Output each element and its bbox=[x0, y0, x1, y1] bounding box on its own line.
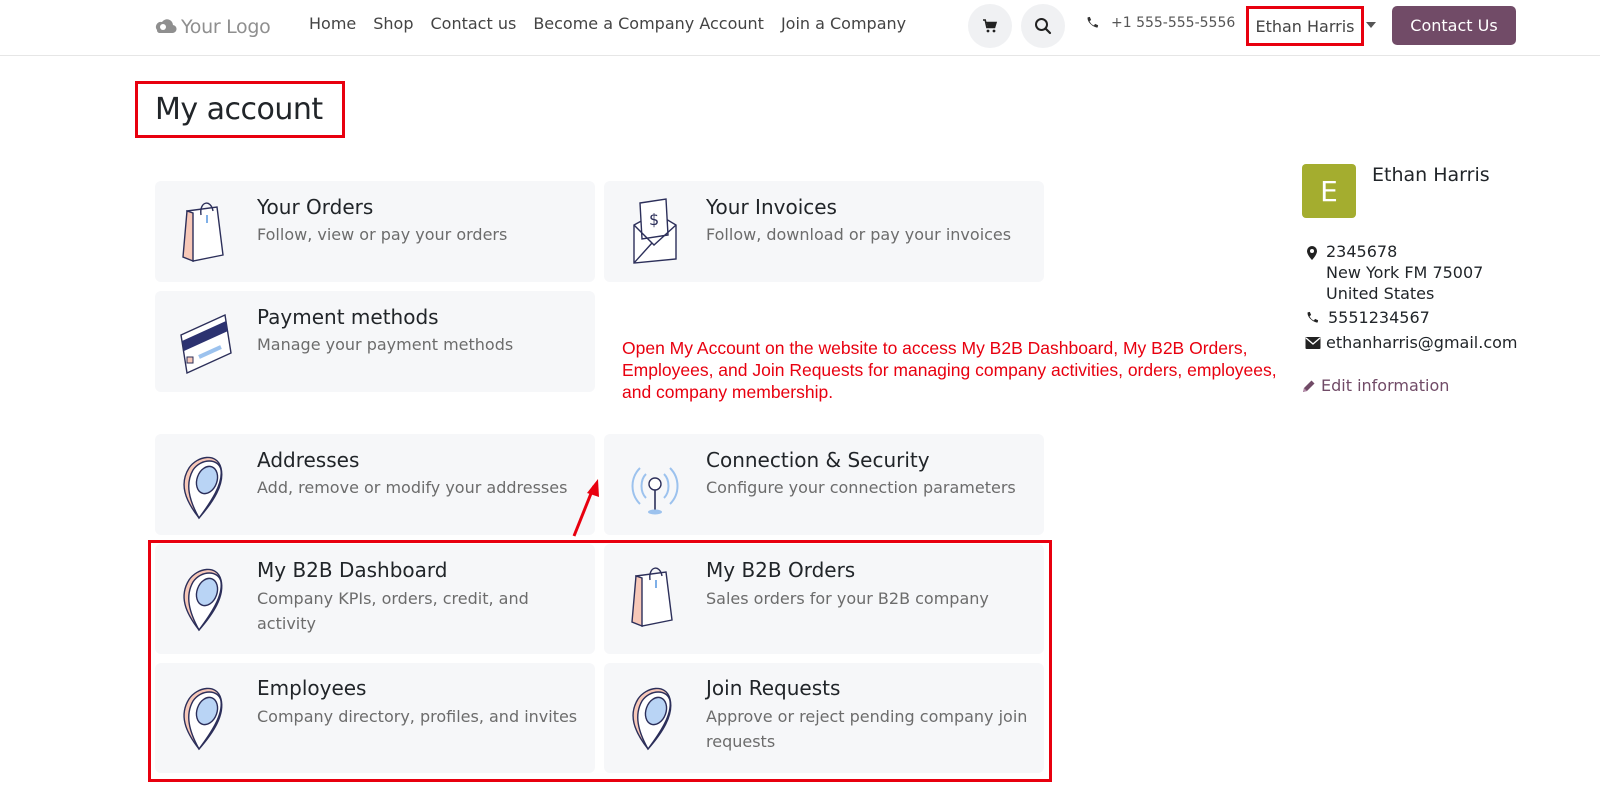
card-connection-security[interactable]: Connection & Security Configure your con… bbox=[604, 434, 1044, 535]
cart-icon bbox=[983, 19, 998, 33]
search-icon bbox=[1035, 18, 1052, 35]
card-description: Add, remove or modify your addresses bbox=[257, 478, 568, 497]
pencil-icon bbox=[1303, 380, 1315, 392]
address-line-3: United States bbox=[1326, 284, 1435, 303]
card-description: Configure your connection parameters bbox=[706, 478, 1016, 497]
card-description: Follow, download or pay your invoices bbox=[706, 225, 1012, 244]
nav-shop[interactable]: Shop bbox=[373, 14, 413, 33]
avatar: E bbox=[1302, 164, 1356, 218]
annotation-arrow-icon bbox=[572, 479, 599, 537]
nav-become-company-account[interactable]: Become a Company Account bbox=[533, 14, 764, 33]
page-title: My account bbox=[155, 92, 323, 127]
card-payment-methods[interactable]: Payment methods Manage your payment meth… bbox=[155, 291, 595, 392]
card-title: Addresses bbox=[257, 448, 360, 472]
invoice-envelope-icon: $ bbox=[633, 198, 677, 264]
card-title: Payment methods bbox=[257, 305, 439, 329]
card-description: Manage your payment methods bbox=[257, 335, 514, 354]
card-title: Connection & Security bbox=[706, 448, 930, 472]
nav-home[interactable]: Home bbox=[309, 14, 356, 33]
nav-join-company[interactable]: Join a Company bbox=[781, 14, 906, 33]
card-description: Follow, view or pay your orders bbox=[257, 225, 508, 244]
card-title: Your Orders bbox=[257, 195, 374, 219]
site-logo[interactable]: Your Logo bbox=[153, 12, 271, 42]
cart-button[interactable] bbox=[968, 4, 1012, 48]
phone-icon bbox=[1307, 311, 1319, 323]
user-menu-toggle[interactable]: Ethan Harris bbox=[1246, 6, 1364, 46]
map-pin-icon bbox=[183, 456, 223, 520]
antenna-icon bbox=[631, 467, 679, 515]
svg-text:$: $ bbox=[649, 210, 659, 229]
edit-information-label: Edit information bbox=[1321, 376, 1450, 395]
card-title: Your Invoices bbox=[706, 195, 837, 219]
logo-cloud-icon bbox=[155, 19, 177, 34]
header-phone[interactable]: +1 555-555-5556 bbox=[1085, 15, 1235, 31]
profile-phone: 5551234567 bbox=[1328, 308, 1430, 327]
chevron-down-icon[interactable] bbox=[1366, 22, 1376, 28]
contact-us-button[interactable]: Contact Us bbox=[1392, 6, 1516, 45]
main-nav: Home Shop Contact us Become a Company Ac… bbox=[309, 14, 906, 33]
profile-name: Ethan Harris bbox=[1372, 164, 1490, 186]
b2b-section-highlight bbox=[148, 540, 1052, 782]
phone-icon bbox=[1087, 16, 1099, 28]
card-your-invoices[interactable]: $ Your Invoices Follow, download or pay … bbox=[604, 181, 1044, 282]
map-marker-icon bbox=[1307, 246, 1317, 260]
logo-text: Your Logo bbox=[181, 16, 271, 38]
site-header: Your Logo Home Shop Contact us Become a … bbox=[0, 0, 1600, 56]
card-your-orders[interactable]: Your Orders Follow, view or pay your ord… bbox=[155, 181, 595, 282]
address-line-2: New York FM 75007 bbox=[1326, 263, 1484, 282]
header-phone-number: +1 555-555-5556 bbox=[1111, 15, 1236, 31]
address-line-1: 2345678 bbox=[1326, 242, 1398, 261]
profile-email: ethanharris@gmail.com bbox=[1326, 333, 1518, 352]
annotation-text: Open My Account on the website to access… bbox=[622, 338, 1277, 402]
shopping-bag-icon bbox=[182, 202, 224, 263]
credit-card-icon bbox=[180, 313, 232, 375]
search-button[interactable] bbox=[1021, 4, 1065, 48]
user-menu-name: Ethan Harris bbox=[1255, 16, 1355, 36]
nav-contact-us[interactable]: Contact us bbox=[431, 14, 517, 33]
page-title-highlight: My account bbox=[135, 81, 345, 138]
card-addresses[interactable]: Addresses Add, remove or modify your add… bbox=[155, 434, 595, 535]
envelope-icon bbox=[1305, 337, 1321, 349]
edit-information-link[interactable]: Edit information bbox=[1302, 376, 1449, 395]
